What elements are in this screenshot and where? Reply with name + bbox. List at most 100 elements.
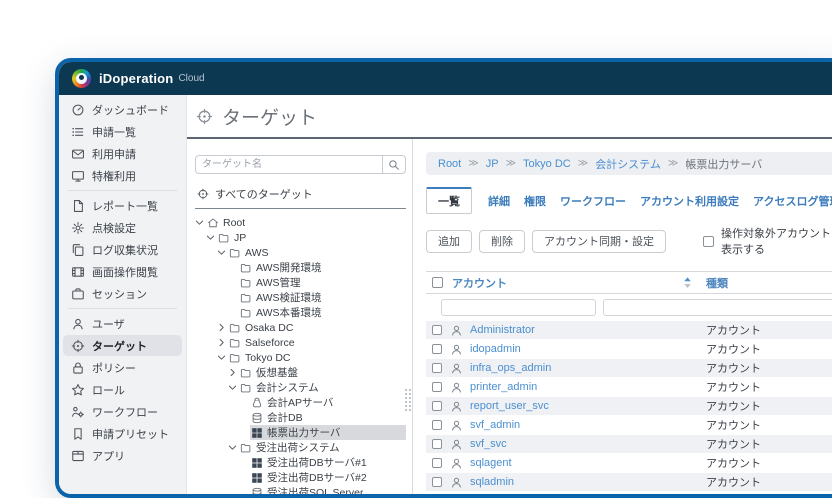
- sidebar-item-user[interactable]: ユーザ: [63, 313, 182, 334]
- sort-icon[interactable]: [682, 276, 693, 289]
- row-checkbox[interactable]: [432, 420, 442, 430]
- sidebar-item-request-preset[interactable]: 申請プリセット: [63, 423, 182, 444]
- chevron-down-icon: [217, 247, 228, 258]
- sidebar-item-log-collection[interactable]: ログ収集状況: [63, 239, 182, 260]
- page-title: ターゲット: [222, 108, 318, 129]
- account-name-link[interactable]: printer_admin: [470, 381, 537, 393]
- table-row: Administrator アカウント: [426, 321, 832, 340]
- sidebar-item-session[interactable]: セッション: [63, 283, 182, 304]
- account-name-link[interactable]: report_user_svc: [470, 400, 549, 412]
- type-filter-input[interactable]: [602, 299, 832, 316]
- breadcrumb-link[interactable]: 会計システム: [595, 156, 661, 172]
- tree-node[interactable]: 仮想基盤: [195, 365, 406, 380]
- tab-permission[interactable]: 権限: [524, 193, 546, 209]
- sidebar-item-dashboard[interactable]: ダッシュボード: [63, 99, 182, 120]
- breadcrumb-link[interactable]: Tokyo DC: [523, 158, 571, 170]
- linux-icon: [251, 397, 263, 409]
- account-name-link[interactable]: infra_ops_admin: [470, 362, 551, 374]
- tree-node[interactable]: AWS検証環境: [195, 290, 406, 305]
- folder-icon: [240, 292, 252, 304]
- chevron-right-icon: [217, 322, 228, 333]
- tab-access-log[interactable]: アクセスログ管理: [753, 193, 832, 209]
- all-targets-root[interactable]: すべてのターゲット: [195, 186, 406, 209]
- tab-list[interactable]: 一覧: [426, 187, 472, 214]
- tree-node[interactable]: 帳票出力サーバ: [195, 425, 406, 440]
- chevron-right-icon: [228, 367, 239, 378]
- tab-account-usage[interactable]: アカウント利用設定: [640, 193, 739, 209]
- panel-resize-grip[interactable]: [405, 389, 411, 411]
- sidebar-item-label: 特権利用: [92, 170, 136, 183]
- tree-node[interactable]: 受注出荷SQL Server: [195, 485, 406, 494]
- breadcrumb-link[interactable]: Root: [438, 158, 461, 170]
- breadcrumb-link[interactable]: JP: [486, 158, 499, 170]
- row-checkbox[interactable]: [432, 477, 442, 487]
- table-row: sqladmin アカウント: [426, 473, 832, 492]
- tree-node-body: 会計APサーバ: [250, 395, 406, 410]
- tree-node[interactable]: JP: [195, 230, 406, 245]
- tab-workflow[interactable]: ワークフロー: [560, 193, 626, 209]
- account-sync-button[interactable]: アカウント同期・設定: [532, 229, 666, 253]
- row-checkbox[interactable]: [432, 325, 442, 335]
- tree-node[interactable]: Tokyo DC: [195, 350, 406, 365]
- row-checkbox[interactable]: [432, 382, 442, 392]
- app-header: iDoperation Cloud: [59, 62, 832, 95]
- tree-node-body: AWS管理: [239, 275, 406, 290]
- sidebar-item-report-list[interactable]: レポート一覧: [63, 195, 182, 216]
- brand-logo-icon: [72, 69, 91, 88]
- user-icon: [450, 419, 463, 432]
- delete-button[interactable]: 削除: [479, 229, 525, 253]
- sidebar-item-app[interactable]: アプリ: [63, 445, 182, 466]
- tree-node[interactable]: 会計DB: [195, 410, 406, 425]
- tree-node-body: Tokyo DC: [228, 350, 406, 365]
- tree-node[interactable]: Root: [195, 215, 406, 230]
- sidebar-item-inspection-settings[interactable]: 点検設定: [63, 217, 182, 238]
- sidebar-item-label: 画面操作閲覧: [92, 266, 158, 279]
- tree-node-label: Osaka DC: [245, 321, 294, 334]
- sidebar-item-usage-request[interactable]: 利用申請: [63, 143, 182, 164]
- chevron-down-icon: [228, 382, 239, 393]
- tree-node[interactable]: AWS開発環境: [195, 260, 406, 275]
- select-all-checkbox[interactable]: [432, 277, 443, 288]
- tree-node[interactable]: AWS本番環境: [195, 305, 406, 320]
- add-button[interactable]: 追加: [426, 229, 472, 253]
- account-name-link[interactable]: svf_admin: [470, 419, 520, 431]
- account-filter-input[interactable]: [441, 299, 596, 316]
- row-checkbox[interactable]: [432, 344, 442, 354]
- tree-node[interactable]: 受注出荷DBサーバ#2: [195, 470, 406, 485]
- column-header-account[interactable]: アカウント: [452, 275, 507, 291]
- sidebar-item-policy[interactable]: ポリシー: [63, 357, 182, 378]
- sidebar-item-role[interactable]: ロール: [63, 379, 182, 400]
- tree-node[interactable]: 会計APサーバ: [195, 395, 406, 410]
- tree-node[interactable]: 受注出荷システム: [195, 440, 406, 455]
- row-checkbox[interactable]: [432, 439, 442, 449]
- account-name-link[interactable]: sqladmin: [470, 476, 514, 488]
- search-button[interactable]: [382, 155, 406, 174]
- column-header-type[interactable]: 種類: [706, 275, 728, 291]
- folder-icon: [240, 367, 252, 379]
- tab-detail[interactable]: 詳細: [488, 193, 510, 209]
- row-checkbox[interactable]: [432, 363, 442, 373]
- chevron-down-icon: [206, 232, 217, 243]
- sidebar-item-privileged-use[interactable]: 特権利用: [63, 165, 182, 186]
- sidebar-item-screen-operation[interactable]: 画面操作閲覧: [63, 261, 182, 282]
- account-name-link[interactable]: svf_svc: [470, 438, 507, 450]
- tree-node[interactable]: Osaka DC: [195, 320, 406, 335]
- sidebar-item-workflow[interactable]: ワークフロー: [63, 401, 182, 422]
- sidebar-item-target[interactable]: ターゲット: [63, 335, 182, 356]
- tree-node[interactable]: 会計システム: [195, 380, 406, 395]
- account-name-link[interactable]: idopadmin: [470, 343, 521, 355]
- show-excluded-checkbox[interactable]: [703, 235, 714, 247]
- row-checkbox[interactable]: [432, 401, 442, 411]
- breadcrumb-separator: ≫: [667, 158, 679, 169]
- account-name-link[interactable]: Administrator: [470, 324, 535, 336]
- account-name-link[interactable]: sqlagent: [470, 457, 512, 469]
- sidebar-item-request-list[interactable]: 申請一覧: [63, 121, 182, 142]
- tree-node[interactable]: AWS管理: [195, 275, 406, 290]
- tree-node-label: AWS開発環境: [256, 262, 322, 274]
- target-name-search-input[interactable]: [195, 155, 382, 174]
- tree-node[interactable]: Salseforce: [195, 335, 406, 350]
- row-checkbox[interactable]: [432, 458, 442, 468]
- target-icon: [197, 188, 209, 200]
- tree-node[interactable]: AWS: [195, 245, 406, 260]
